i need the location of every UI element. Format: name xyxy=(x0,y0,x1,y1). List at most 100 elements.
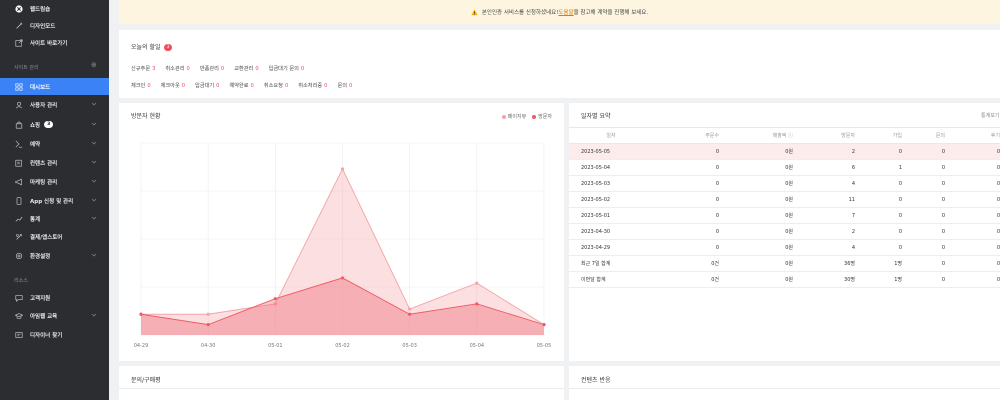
todo-value: 0 xyxy=(300,66,305,72)
table-cell: 0 xyxy=(641,207,719,224)
todo-label: 입금대기 문의 xyxy=(268,66,299,72)
table-cell: 0 xyxy=(641,223,719,240)
todo-deposit-wait[interactable]: 입금대기 0 xyxy=(195,82,219,89)
sidebar-item-app[interactable]: App 신청 및 관리 xyxy=(0,192,109,209)
todo-title: 오늘의 할일 3 xyxy=(131,42,173,51)
sidebar-item-users[interactable]: 사용자 관리 xyxy=(0,96,109,113)
table-cell: 0 xyxy=(945,255,1000,272)
todo-value: 3 xyxy=(152,66,156,72)
table-cell: 4 xyxy=(793,175,855,192)
table-row[interactable]: 2023-05-01 0 0원 7 0 0 0 xyxy=(569,207,1000,224)
table-row[interactable]: 2023-05-02 0 0원 11 0 0 0 xyxy=(569,191,1000,208)
todo-new-order[interactable]: 신규주문 3 xyxy=(131,65,155,72)
table-cell: 7 xyxy=(793,207,855,224)
sidebar-item-contents[interactable]: 컨텐츠 관리 xyxy=(0,154,109,171)
todo-checkin[interactable]: 체크인 0 xyxy=(131,82,151,89)
todo-label: 체크인 xyxy=(131,83,146,89)
todo-label: 신규주문 xyxy=(131,66,151,72)
sidebar-item-marketing[interactable]: 마케팅 관리 xyxy=(0,173,109,190)
daily-summary-panel: 일자별 요약 통계보기 일자 주문수 매출액 ⓘ 방문자 가입 문의 후기 20… xyxy=(569,103,1000,361)
table-cell: 1 xyxy=(855,159,902,176)
table-cell: 0 xyxy=(902,175,945,192)
search-person-icon xyxy=(14,330,23,339)
sidebar-item-find-designer[interactable]: 디자이너 찾기 xyxy=(0,326,109,343)
table-cell: 0 xyxy=(855,223,902,240)
todo-label: 취소관리 xyxy=(165,66,185,72)
table-row[interactable]: 2023-04-30 0 0원 2 0 0 0 xyxy=(569,223,1000,240)
col-inquiries[interactable]: 문의 xyxy=(902,127,945,144)
todo-row-shopping: 신규주문 3 취소관리 0 반품관리 0 교환관리 0 입금대기 문의 0 xyxy=(131,65,314,72)
todo-checkout[interactable]: 체크아웃 0 xyxy=(161,82,185,89)
warning-icon xyxy=(471,8,478,16)
sidebar-item-reservation[interactable]: 예약 xyxy=(0,135,109,152)
sidebar-item-education[interactable]: 아임웹 교육 xyxy=(0,307,109,324)
sidebar-item-shopping[interactable]: 쇼핑 3 xyxy=(0,116,109,133)
data-point-1-6 xyxy=(542,323,546,327)
sidebar-item-support[interactable]: 고객지원 xyxy=(0,289,109,306)
x-tick-label: 04-29 xyxy=(134,343,149,349)
table-row[interactable]: 2023-04-29 0 0원 4 0 0 0 xyxy=(569,239,1000,256)
todo-cancel-request[interactable]: 취소요청 0 xyxy=(264,82,288,89)
col-sales[interactable]: 매출액 ⓘ xyxy=(719,127,793,144)
table-row[interactable]: 이번달 합계 0건 0원 30명 1명 0 0 xyxy=(569,271,1000,288)
todo-return[interactable]: 반품관리 0 xyxy=(200,65,224,72)
todo-cancel-processing[interactable]: 취소처리중 0 xyxy=(298,82,327,89)
todo-inquiry[interactable]: 문의 0 xyxy=(337,82,352,89)
sidebar-item-label: 사용자 관리 xyxy=(30,102,58,109)
todo-deposit-inquiry[interactable]: 입금대기 문의 0 xyxy=(269,65,305,72)
chevron-down-icon xyxy=(91,313,97,317)
table-cell: 0 xyxy=(902,143,945,160)
table-cell: 2023-04-29 xyxy=(569,239,641,256)
table-cell: 0 xyxy=(902,191,945,208)
table-cell: 2 xyxy=(793,143,855,160)
todo-reserve-done[interactable]: 예약완료 0 xyxy=(229,82,253,89)
sidebar-item-label: 고객지원 xyxy=(30,295,51,302)
table-cell: 0 xyxy=(641,159,719,176)
sidebar-item-settings[interactable]: 환경설정 xyxy=(0,247,109,264)
table-cell: 0 xyxy=(855,143,902,160)
table-cell: 0원 xyxy=(719,207,793,224)
notice-bar: 본인인증 서비스를 신청하셨네요! 도움말 을 참고해 계약을 진행해 보세요. xyxy=(119,0,1000,24)
sidebar-item-dashboard[interactable]: 대시보드 xyxy=(0,78,109,95)
sidebar-item-stats[interactable]: 통계 xyxy=(0,210,109,227)
sidebar-item-site-name[interactable]: 웹드림숍 xyxy=(0,0,109,17)
col-signups[interactable]: 가입 xyxy=(855,127,902,144)
table-cell: 0 xyxy=(945,239,1000,256)
todo-value: 0 xyxy=(255,66,259,72)
stats-more-link[interactable]: 통계보기 xyxy=(981,112,999,119)
notice-text-after: 을 참고해 계약을 진행해 보세요. xyxy=(573,10,649,16)
todo-row-reservation: 체크인 0 체크아웃 0 입금대기 0 예약완료 0 취소요청 0 취소처리중 0 문의 0 xyxy=(131,82,362,89)
todo-label: 체크아웃 xyxy=(160,83,180,89)
data-point-1-4 xyxy=(408,312,412,316)
table-row[interactable]: 2023-05-04 0 0원 6 1 0 0 xyxy=(569,159,1000,176)
table-cell: 0 xyxy=(641,143,719,160)
table-row[interactable]: 최근 7일 합계 0건 0원 36명 1명 0 0 xyxy=(569,255,1000,272)
todo-cancel[interactable]: 취소관리 0 xyxy=(165,65,189,72)
todo-label: 교환관리 xyxy=(234,66,254,72)
sidebar-item-payment-store[interactable]: 결제/앱스토어 xyxy=(0,228,109,245)
table-cell: 6 xyxy=(793,159,855,176)
col-date[interactable]: 일자 xyxy=(569,127,641,144)
sidebar-item-site-link[interactable]: 사이트 바로가기 xyxy=(0,34,109,51)
table-row[interactable]: 2023-05-03 0 0원 4 0 0 0 xyxy=(569,175,1000,192)
table-cell: 0건 xyxy=(641,271,719,288)
sidebar-item-label: 예약 xyxy=(30,141,41,148)
todo-panel: 오늘의 할일 3 신규주문 3 취소관리 0 반품관리 0 교환관리 0 입금대기 문의 0… xyxy=(119,30,1000,98)
sidebar-item-label: 아임웹 교육 xyxy=(30,313,58,320)
sidebar-item-design-mode[interactable]: 디자인모드 xyxy=(0,17,109,34)
col-visitors[interactable]: 방문자 xyxy=(793,127,855,144)
chevron-down-icon xyxy=(91,102,97,106)
table-cell: 0원 xyxy=(719,175,793,192)
table-cell: 0원 xyxy=(719,255,793,272)
external-link-icon xyxy=(14,38,23,47)
table-cell: 0 xyxy=(855,207,902,224)
col-orders[interactable]: 주문수 xyxy=(641,127,719,144)
table-cell: 2 xyxy=(793,223,855,240)
add-site-icon[interactable]: ⊕ xyxy=(91,61,97,69)
todo-exchange[interactable]: 교환관리 0 xyxy=(234,65,258,72)
megaphone-icon xyxy=(14,177,23,186)
col-reviews[interactable]: 후기 xyxy=(945,127,1000,144)
calendar-icon xyxy=(14,139,23,148)
table-row[interactable]: 2023-05-05 0 0원 2 0 0 0 xyxy=(569,143,1000,160)
notice-help-link[interactable]: 도움말 xyxy=(558,8,573,16)
